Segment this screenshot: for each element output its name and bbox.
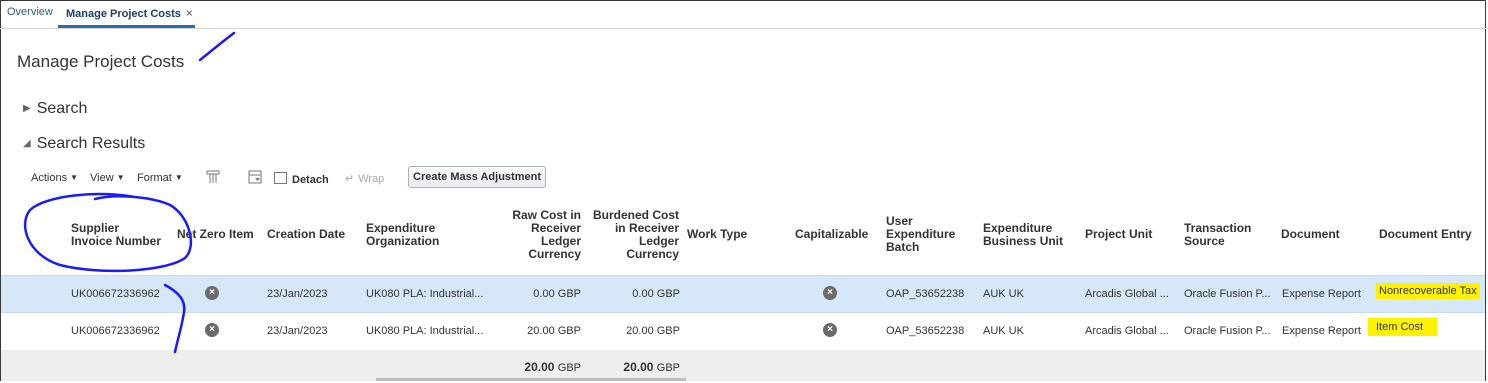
cell-project-unit: Arcadis Global ... <box>1085 325 1169 337</box>
totals-row: 20.00 GBP 20.00 GBP <box>1 350 1485 381</box>
col-burdened-cost[interactable]: Burdened Cost in Receiver Ledger Currenc… <box>580 209 679 261</box>
tab-label: Manage Project Costs <box>66 8 181 20</box>
cell-transaction-source: Oracle Fusion P... <box>1184 288 1271 300</box>
col-net-zero-item[interactable]: Net Zero Item <box>177 228 254 241</box>
total-burdened-cost: 20.00 GBP <box>581 360 680 374</box>
dropdown-caret-icon: ▼ <box>116 173 125 182</box>
close-icon[interactable]: × <box>186 6 193 20</box>
cell-document-entry: Item Cost <box>1368 318 1438 336</box>
cell-project-unit: Arcadis Global ... <box>1085 288 1169 300</box>
cell-expenditure-organization: UK080 PLA: Industrial... <box>366 325 484 337</box>
page-title: Manage Project Costs <box>17 52 185 71</box>
col-document[interactable]: Document <box>1281 228 1340 241</box>
tab-bar: Overview Manage Project Costs × <box>0 0 1488 29</box>
col-user-expenditure-batch[interactable]: User Expenditure Batch <box>886 215 955 254</box>
freeze-columns-icon[interactable] <box>206 170 220 184</box>
search-section-toggle[interactable]: ▶ Search <box>23 100 87 118</box>
cell-user-expenditure-batch: OAP_53652238 <box>886 325 965 337</box>
cell-supplier-invoice: UK006672336962 <box>71 325 160 337</box>
total-value: 20.00 <box>524 360 555 374</box>
format-label: Format <box>137 172 172 184</box>
format-menu[interactable]: Format ▼ <box>137 172 183 184</box>
col-work-type[interactable]: Work Type <box>687 228 747 241</box>
highlighted-text: Item Cost <box>1368 318 1438 336</box>
query-by-example-icon[interactable] <box>248 170 262 184</box>
col-expenditure-organization[interactable]: Expenditure Organization <box>366 222 439 248</box>
wrap-button[interactable]: ↵ Wrap <box>345 172 384 185</box>
col-document-entry[interactable]: Document Entry <box>1379 228 1472 241</box>
col-creation-date[interactable]: Creation Date <box>267 228 345 241</box>
total-raw-cost: 20.00 GBP <box>481 360 581 374</box>
not-applicable-icon: × <box>823 286 837 300</box>
cell-expenditure-business-unit: AUK UK <box>983 325 1024 337</box>
search-section-label: Search <box>36 100 88 117</box>
total-value: 20.00 <box>623 360 654 374</box>
col-transaction-source[interactable]: Transaction Source <box>1184 222 1251 248</box>
cell-creation-date: 23/Jan/2023 <box>267 288 328 300</box>
tab-overview[interactable]: Overview <box>7 6 53 18</box>
expand-triangle-icon: ▶ <box>23 103 31 114</box>
header-line: Organization <box>366 234 440 248</box>
cell-user-expenditure-batch: OAP_53652238 <box>886 288 965 300</box>
cell-expenditure-business-unit: AUK UK <box>983 288 1024 300</box>
cell-burdened-cost: 20.00 GBP <box>626 325 680 337</box>
cell-burdened-cost: 0.00 GBP <box>632 288 680 300</box>
table-row[interactable]: UK006672336962 × 23/Jan/2023 UK080 PLA: … <box>1 313 1485 349</box>
not-applicable-icon: × <box>823 323 837 337</box>
search-results-label: Search Results <box>36 135 146 152</box>
cell-supplier-invoice: UK006672336962 <box>71 288 160 300</box>
horizontal-scrollbar[interactable] <box>376 378 686 381</box>
total-unit: GBP <box>557 362 581 374</box>
wrap-icon: ↵ <box>345 173 355 185</box>
header-line: Currency <box>626 247 679 261</box>
search-results-section-toggle[interactable]: ◢ Search Results <box>23 135 145 153</box>
col-raw-cost[interactable]: Raw Cost in Receiver Ledger Currency <box>480 209 581 261</box>
cell-transaction-source: Oracle Fusion P... <box>1184 325 1271 337</box>
cell-document: Expense Report <box>1282 288 1361 300</box>
not-applicable-icon: × <box>205 323 219 337</box>
actions-menu[interactable]: Actions ▼ <box>31 172 78 184</box>
wrap-label: Wrap <box>358 173 385 185</box>
create-mass-adjustment-button[interactable]: Create Mass Adjustment <box>408 166 546 188</box>
header-line: Invoice Number <box>71 234 162 248</box>
view-label: View <box>90 172 114 184</box>
header-line: Batch <box>886 240 920 254</box>
col-capitalizable[interactable]: Capitalizable <box>795 228 868 241</box>
cell-raw-cost: 20.00 GBP <box>527 325 581 337</box>
col-project-unit[interactable]: Project Unit <box>1085 228 1152 241</box>
header-line: Source <box>1184 234 1225 248</box>
cell-document-entry: Nonrecoverable Tax <box>1376 283 1480 299</box>
header-line: Currency <box>528 247 581 261</box>
dropdown-caret-icon: ▼ <box>70 173 78 182</box>
highlighted-text: Nonrecoverable Tax <box>1376 283 1480 299</box>
cell-expenditure-organization: UK080 PLA: Industrial... <box>366 288 484 300</box>
total-unit: GBP <box>656 362 680 374</box>
collapse-triangle-icon: ◢ <box>23 138 31 149</box>
detach-button[interactable]: Detach <box>274 172 329 186</box>
col-supplier-invoice-number[interactable]: Supplier Invoice Number <box>71 222 161 248</box>
detach-label: Detach <box>292 174 329 186</box>
cell-raw-cost: 0.00 GBP <box>533 288 581 300</box>
table-row[interactable]: UK006672336962 × 23/Jan/2023 UK080 PLA: … <box>1 275 1485 313</box>
cell-document: Expense Report <box>1282 325 1361 337</box>
not-applicable-icon: × <box>205 286 219 300</box>
col-expenditure-business-unit[interactable]: Expenditure Business Unit <box>983 222 1063 248</box>
cell-creation-date: 23/Jan/2023 <box>267 325 328 337</box>
tab-manage-project-costs[interactable]: Manage Project Costs × <box>66 6 193 20</box>
active-tab-indicator <box>58 25 195 28</box>
actions-label: Actions <box>31 172 68 184</box>
view-menu[interactable]: View ▼ <box>90 172 125 184</box>
header-line: Business Unit <box>983 234 1064 248</box>
detach-icon <box>274 172 287 184</box>
dropdown-caret-icon: ▼ <box>174 173 183 182</box>
